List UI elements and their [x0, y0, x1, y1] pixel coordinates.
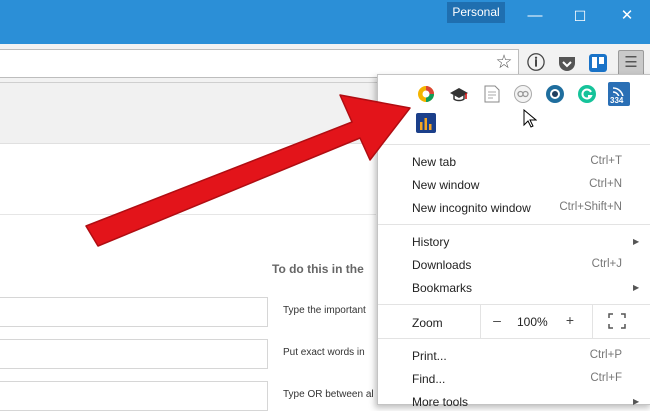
annotation-arrow [85, 94, 411, 247]
